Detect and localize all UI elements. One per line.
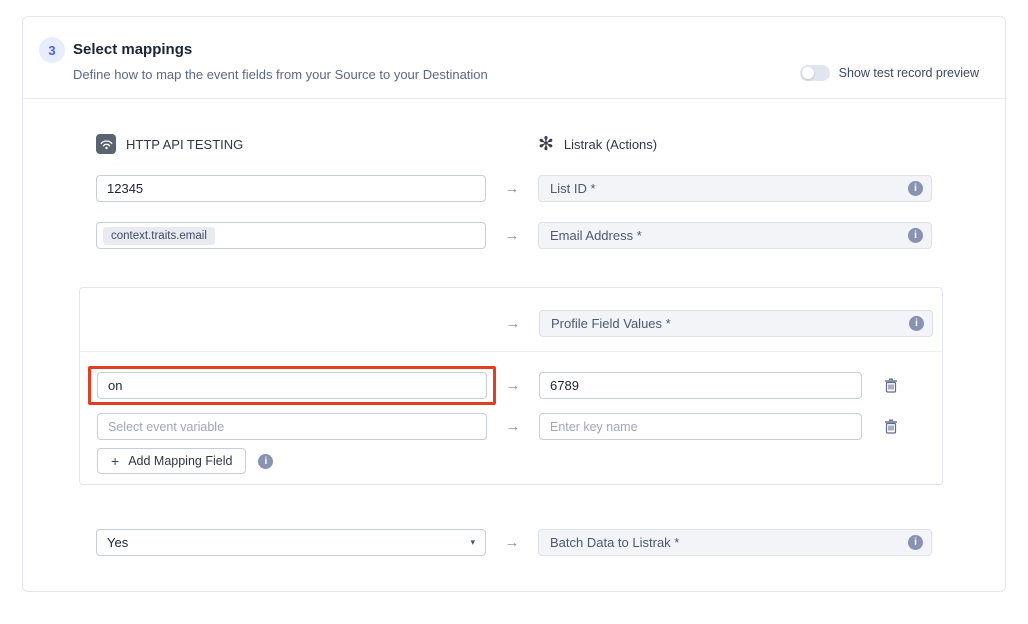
header-text: Select mappings Define how to map the ev… [73,36,488,82]
preview-toggle-group: Show test record preview [800,65,979,81]
caret-down-icon: ▾ [470,537,475,548]
listrak-logo-icon: ✻ [538,135,554,154]
info-icon[interactable]: i [258,454,273,469]
delete-mapping-row-button[interactable] [884,419,898,434]
page-title: Select mappings [73,36,488,58]
delete-mapping-row-button[interactable] [884,378,898,393]
destination-header: ✻ Listrak (Actions) [538,135,932,154]
source-header: HTTP API TESTING [96,134,486,154]
toggle-label: Show test record preview [839,66,979,80]
profile-field-values-group: → Profile Field Values * i → [79,287,943,485]
batch-destination-field: Batch Data to Listrak * i [538,529,932,556]
group-divider [80,351,942,352]
batch-select-value: Yes [107,535,128,550]
profile-field-values-destination-field: Profile Field Values * i [539,310,933,337]
arrow-icon: → [506,418,521,435]
source-name: HTTP API TESTING [126,137,243,152]
arrow-icon: → [506,315,521,332]
toggle-knob[interactable] [802,67,814,79]
profile-mapping-row: → [80,413,942,440]
page-subtitle: Define how to map the event fields from … [73,67,488,82]
mapping-row-list-id: → List ID * i [79,175,943,202]
trash-icon [884,378,898,393]
highlight-box [88,366,496,405]
list-id-source-input[interactable] [96,175,486,202]
add-mapping-field-label: Add Mapping Field [128,454,232,468]
destination-field-label: Email Address * [550,228,642,243]
arrow-icon: → [505,534,520,551]
arrow-icon: → [506,377,521,394]
email-variable-input[interactable]: context.traits.email [96,222,486,249]
profile-field-values-row: → Profile Field Values * i [80,310,942,337]
trash-icon [884,419,898,434]
arrow-icon: → [505,227,520,244]
show-test-record-preview-toggle[interactable] [800,65,830,81]
email-variable-chip[interactable]: context.traits.email [103,227,215,245]
step-number: 3 [48,43,55,58]
add-mapping-field-button[interactable]: + Add Mapping Field [97,448,246,474]
email-destination-field: Email Address * i [538,222,932,249]
mapping-row-batch: Yes ▾ → Batch Data to Listrak * i [79,529,943,556]
info-icon[interactable]: i [908,228,923,243]
key-value-input[interactable] [539,372,862,399]
batch-select[interactable]: Yes ▾ [96,529,486,556]
card-header: 3 Select mappings Define how to map the … [23,17,1005,99]
event-value-input[interactable] [97,372,487,399]
arrow-icon: → [505,180,520,197]
add-mapping-row: + Add Mapping Field i [80,448,942,474]
destination-field-label: Profile Field Values * [551,316,671,331]
step-number-badge: 3 [39,37,65,63]
key-name-input[interactable] [539,413,862,440]
event-variable-input[interactable] [97,413,487,440]
destination-name: Listrak (Actions) [564,137,657,152]
profile-mapping-row: → [80,366,942,405]
http-api-source-icon [96,134,116,154]
destination-field-label: List ID * [550,181,596,196]
select-mappings-card: 3 Select mappings Define how to map the … [22,16,1006,592]
info-icon[interactable]: i [908,181,923,196]
info-icon[interactable]: i [909,316,924,331]
list-id-destination-field: List ID * i [538,175,932,202]
mappings-body: HTTP API TESTING ✻ Listrak (Actions) → L… [23,99,1005,556]
plus-icon: + [111,453,119,469]
mapping-row-email: context.traits.email → Email Address * i [79,222,943,249]
info-icon[interactable]: i [908,535,923,550]
destination-field-label: Batch Data to Listrak * [550,535,679,550]
endpoints-header-row: HTTP API TESTING ✻ Listrak (Actions) [79,134,943,154]
